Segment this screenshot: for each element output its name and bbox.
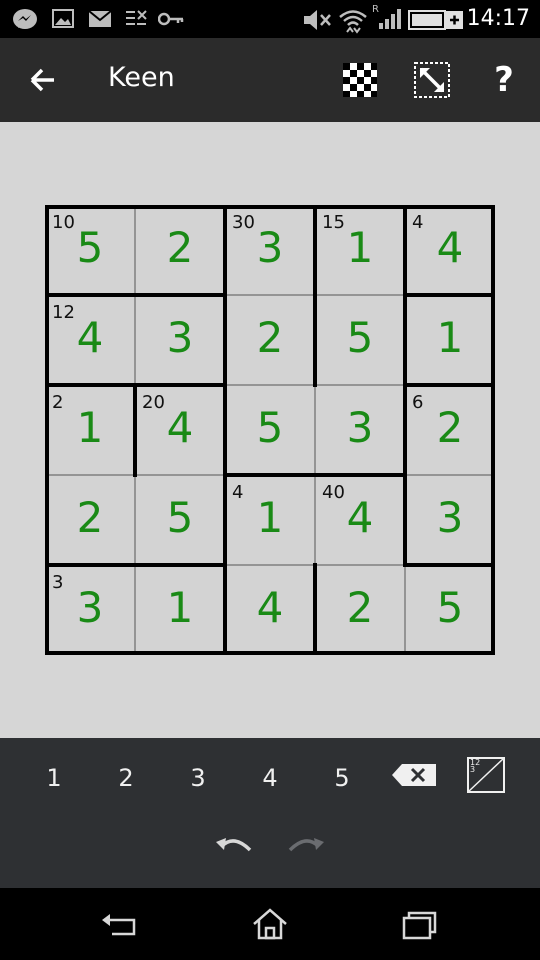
cell-value: 4 [76,313,104,362]
grid-cell-r3c5[interactable]: 62 [405,385,495,475]
grid-cell-r5c4[interactable]: 2 [315,565,405,655]
cell-value: 1 [256,493,284,542]
cell-value: 2 [76,493,104,542]
keypad: 1 2 3 4 5 12 3 [0,738,540,888]
app-title: Keen [108,62,175,93]
mute-icon [304,10,331,30]
grid-cell-r1c2[interactable]: 2 [135,205,225,295]
digit-key-2[interactable]: 2 [98,756,154,800]
grid-cell-r1c4[interactable]: 15 1 [315,205,405,295]
digit-key-3[interactable]: 3 [170,756,226,800]
cell-value: 4 [256,583,284,632]
navigation-bar [0,888,540,960]
grid-cell-r2c3[interactable]: 2 [225,295,315,385]
cell-value: 1 [436,313,464,362]
digit-key-1[interactable]: 1 [26,756,82,800]
grid-cell-r3c1[interactable]: 21 [45,385,135,475]
grid-cell-r1c1[interactable]: 10 5 [45,205,135,295]
battery-icon [408,10,463,30]
back-nav-icon[interactable] [100,906,140,942]
status-time: 14:17 [466,6,530,31]
cell-value: 2 [346,583,374,632]
pencil-marks-icon[interactable]: 12 3 [466,756,506,794]
gallery-icon [52,9,74,28]
cell-value: 2 [256,313,284,362]
digit-key-4[interactable]: 4 [242,756,298,800]
grid-cell-r3c2[interactable]: 20 4 [135,385,225,475]
grid-cell-r5c2[interactable]: 1 [135,565,225,655]
digit-key-5[interactable]: 5 [314,756,370,800]
cell-value: 5 [76,223,104,272]
home-icon[interactable] [250,906,290,942]
cell-value: 3 [256,223,284,272]
cell-value: 4 [166,403,194,452]
grid-cell-r4c5[interactable]: 3 [405,475,495,565]
cell-value: 5 [436,583,464,632]
cell-layer: 10 5 2 30 3 15 1 4 4 12 4 3 2 5 1 2 1 20 4 5 3 6 2 2 5 4 1 40 4 3 3 3 1 4… [45,205,495,655]
game-area: 10 5 2 30 3 15 1 4 4 12 4 3 2 5 1 2 1 20 4 5 3 6 2 2 5 4 1 40 4 3 3 3 1 4… [0,122,540,738]
checkerboard-icon[interactable] [338,58,382,102]
cell-value: 5 [346,313,374,362]
cell-value: 3 [76,583,104,632]
recents-icon[interactable] [400,906,440,942]
cell-value: 4 [436,223,464,272]
cell-value: 3 [166,313,194,362]
grid-cell-r4c2[interactable]: 5 [135,475,225,565]
cell-value: 3 [346,403,374,452]
messenger-icon [13,9,37,29]
cell-value: 3 [436,493,464,542]
cell-value: 1 [76,403,104,452]
grid-cell-r1c3[interactable]: 30 3 [225,205,315,295]
grid-cell-r2c4[interactable]: 5 [315,295,405,385]
grid-cell-r2c1[interactable]: 12 4 [45,295,135,385]
data-saver-icon [126,10,147,25]
cell-value: 1 [346,223,374,272]
grid-cell-r5c1[interactable]: 33 [45,565,135,655]
redo-icon[interactable] [284,832,328,860]
grid-cell-r3c4[interactable]: 3 [315,385,405,475]
grid-cell-r1c5[interactable]: 44 [405,205,495,295]
key-icon [158,12,184,26]
mail-icon [88,10,112,27]
signal-icon [379,9,401,29]
backspace-icon[interactable] [390,760,438,790]
grid-cell-r4c4[interactable]: 40 4 [315,475,405,565]
grid-cell-r4c3[interactable]: 41 [225,475,315,565]
cell-value: 2 [166,223,194,272]
cell-value: 1 [166,583,194,632]
grid-cell-r2c5[interactable]: 1 [405,295,495,385]
grid-cell-r5c5[interactable]: 5 [405,565,495,655]
notes-label-bottom: 3 [470,765,475,774]
cell-value: 5 [256,403,284,452]
back-arrow-icon[interactable] [20,58,64,102]
cell-value: 4 [346,493,374,542]
resize-icon[interactable] [410,58,454,102]
grid-cell-r5c3[interactable]: 4 [225,565,315,655]
cell-value: 2 [436,403,464,452]
grid-cell-r3c3[interactable]: 5 [225,385,315,475]
help-icon[interactable]: ? [482,58,526,102]
undo-icon[interactable] [212,832,256,860]
cell-value: 5 [166,493,194,542]
grid-cell-r4c1[interactable]: 2 [45,475,135,565]
grid-cell-r2c2[interactable]: 3 [135,295,225,385]
status-bar: R 14:17 [0,0,540,38]
wifi-icon [339,10,367,34]
action-bar: Keen ? [0,38,540,122]
